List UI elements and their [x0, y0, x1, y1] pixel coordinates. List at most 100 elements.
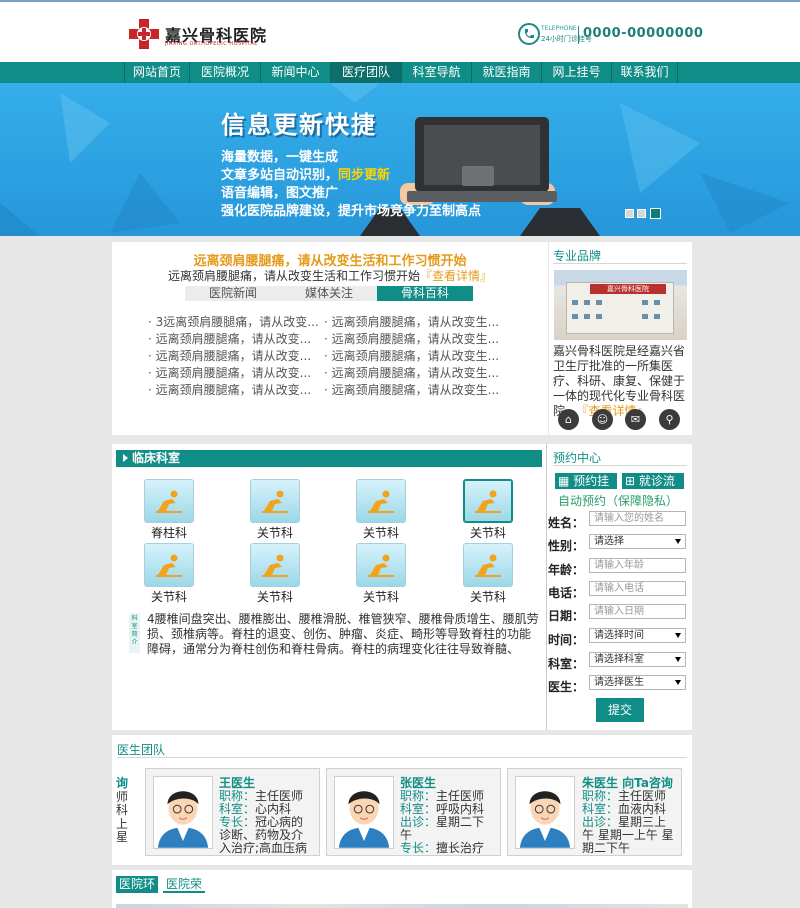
- appointment-heading: 预约中心: [553, 451, 602, 465]
- news-list-item[interactable]: · 3远离颈肩腰腿痛，请从改变...: [148, 313, 319, 330]
- dept-name-4[interactable]: 关节科: [458, 524, 518, 541]
- red-cross-logo-icon[interactable]: [128, 18, 160, 50]
- home-icon[interactable]: ⌂: [558, 409, 579, 430]
- doctor-2-title-value: 主任医师: [436, 789, 485, 803]
- site-header: 嘉兴骨科医院 JIAXING ORTHOPEDIC HOSPITAL TELEP…: [0, 2, 800, 62]
- nav-medical-team[interactable]: 医疗团队: [331, 62, 402, 83]
- dept-name-5[interactable]: 关节科: [139, 588, 199, 605]
- carousel-dot-2[interactable]: [637, 209, 646, 218]
- banner-line-3-text: 语音编辑，图文推广: [221, 186, 339, 201]
- dept-icon-7[interactable]: [356, 543, 406, 587]
- name-input[interactable]: 请输入您的姓名: [589, 511, 686, 526]
- nav-contact[interactable]: 联系我们: [612, 62, 678, 83]
- gender-select[interactable]: 请选择: [589, 534, 686, 549]
- visit-process-button[interactable]: ⊞ 就诊流: [622, 473, 684, 489]
- nav-guide[interactable]: 就医指南: [472, 62, 542, 83]
- orthopedic-figure-icon: [475, 554, 501, 577]
- dept-name-6[interactable]: 关节科: [245, 588, 305, 605]
- tab-media[interactable]: 媒体关注: [281, 286, 377, 301]
- nav-news[interactable]: 新闻中心: [261, 62, 331, 83]
- appointment-register-button[interactable]: ▦ 预约挂: [555, 473, 617, 489]
- doctor-2-specialty: 专长：擅长治疗: [400, 842, 484, 855]
- tab-hospital-news[interactable]: 医院新闻: [185, 286, 281, 301]
- banner-line-3: 语音编辑，图文推广: [221, 182, 338, 201]
- orthopedic-figure-icon: [262, 554, 288, 577]
- age-input[interactable]: 请输入年龄: [589, 558, 686, 573]
- brand-description: 嘉兴骨科医院是经嘉兴省卫生厅批准的一所集医疗、科研、康复、保健于一体的现代化专业…: [553, 344, 688, 419]
- banner-line-4: 强化医院品牌建设，提升市场竞争力至制高点: [221, 200, 481, 219]
- news-list-item[interactable]: · 远离颈肩腰腿痛，请从改变...: [148, 330, 311, 347]
- date-input[interactable]: 请输入日期: [589, 604, 686, 619]
- news-list-item[interactable]: · 远离颈肩腰腿痛，请从改变生...: [324, 313, 499, 330]
- carousel-dot-1[interactable]: [625, 209, 634, 218]
- news-list-item[interactable]: · 远离颈肩腰腿痛，请从改变...: [148, 381, 311, 398]
- department-select[interactable]: 请选择科室: [589, 652, 686, 667]
- news-item-text: 远离颈肩腰腿痛，请从改变...: [155, 332, 312, 346]
- tab-ortho-encyclopedia[interactable]: 骨科百科: [377, 286, 473, 301]
- news-list-item[interactable]: · 远离颈肩腰腿痛，请从改变...: [148, 364, 311, 381]
- tab-hospital-environment[interactable]: 医院环: [116, 876, 159, 893]
- doctor-select[interactable]: 请选择医生: [589, 675, 686, 690]
- orthopedic-figure-icon: [475, 490, 501, 513]
- time-select[interactable]: 请选择时间: [589, 628, 686, 643]
- news-more-link[interactable]: 『查看详情』: [420, 269, 492, 283]
- name-label: 姓名：: [548, 516, 585, 530]
- people-icon[interactable]: ☺: [592, 409, 613, 430]
- news-list-item[interactable]: · 远离颈肩腰腿痛，请从改变生...: [324, 364, 499, 381]
- location-icon[interactable]: ⚲: [659, 409, 680, 430]
- dept-name-7[interactable]: 关节科: [351, 588, 411, 605]
- clinical-title: 临床科室: [116, 450, 542, 467]
- dept-icon-3[interactable]: [356, 479, 406, 523]
- carousel-dot-3[interactable]: [650, 208, 661, 219]
- doctor-3-title-key: 职称：: [582, 789, 619, 803]
- dept-icon-5[interactable]: [144, 543, 194, 587]
- dept-icon-2[interactable]: [250, 479, 300, 523]
- nav-departments[interactable]: 科室导航: [402, 62, 472, 83]
- doctor-1-title-key: 职称：: [219, 789, 256, 803]
- tab-hospital-honors[interactable]: 医院荣: [163, 876, 206, 893]
- news-summary: 远离颈肩腰腿痛，请从改变生活和工作习惯开始『查看详情』: [112, 267, 548, 284]
- dept-name-2[interactable]: 关节科: [245, 524, 305, 541]
- dept-name-1[interactable]: 脊柱科: [139, 524, 199, 541]
- doctor-2-specialty-key: 专长：: [400, 841, 437, 855]
- building-window: [584, 314, 590, 319]
- submit-button[interactable]: 提交: [596, 698, 644, 722]
- doctor-avatar-icon: [153, 776, 213, 849]
- doctor-1-dept: 科室：心内科: [219, 803, 291, 816]
- building-window: [642, 314, 648, 319]
- doctor-3-hours: 出诊：星期三上午 星期一上午 星期二下午: [582, 816, 678, 856]
- dept-icon-6[interactable]: [250, 543, 300, 587]
- nav-about[interactable]: 医院概况: [190, 62, 261, 83]
- banner-line-2-highlight: 同步更新: [338, 168, 391, 183]
- news-list-item[interactable]: · 远离颈肩腰腿痛，请从改变...: [148, 347, 311, 364]
- nav-registration[interactable]: 网上挂号: [542, 62, 612, 83]
- banner-line-2: 文章多站自动识别，同步更新: [221, 164, 390, 183]
- dept-name-8[interactable]: 关节科: [458, 588, 518, 605]
- brand-heading-line: [553, 263, 687, 264]
- orthopedic-figure-icon: [262, 490, 288, 513]
- brand-heading: 专业品牌: [553, 249, 602, 263]
- phone-input[interactable]: 请输入电话: [589, 581, 686, 596]
- chat-icon[interactable]: ✉: [625, 409, 646, 430]
- dept-intro-text: 4腰椎间盘突出、腰椎膨出、腰椎滑脱、椎管狭窄、腰椎骨质增生、腰肌劳损、颈椎病等。…: [147, 612, 539, 656]
- nav-home[interactable]: 网站首页: [124, 62, 190, 83]
- phone-field-label: 电话：: [548, 586, 585, 600]
- news-item-text: 远离颈肩腰腿痛，请从改变...: [155, 366, 312, 380]
- hero-banner[interactable]: 信息更新快捷 海量数据，一键生成 文章多站自动识别，同步更新 语音编辑，图文推广…: [0, 83, 800, 236]
- appointment-heading-line: [553, 465, 687, 466]
- dept-name-3[interactable]: 关节科: [351, 524, 411, 541]
- building-window: [596, 314, 602, 319]
- news-list-item[interactable]: · 远离颈肩腰腿痛，请从改变生...: [324, 330, 499, 347]
- dept-icon-1[interactable]: [144, 479, 194, 523]
- doctor-avatar-icon: [334, 776, 394, 849]
- news-list-item[interactable]: · 远离颈肩腰腿痛，请从改变生...: [324, 347, 499, 364]
- doctor-2-title-key: 职称：: [400, 789, 437, 803]
- orthopedic-figure-icon: [368, 490, 394, 513]
- dept-icon-4[interactable]: [463, 479, 513, 523]
- doctor-fragment: 星: [116, 830, 128, 844]
- age-label: 年龄：: [548, 563, 585, 577]
- doctor-label: 医生：: [548, 680, 585, 694]
- news-list-item[interactable]: · 远离颈肩腰腿痛，请从改变生...: [324, 381, 499, 398]
- building-window: [654, 300, 660, 305]
- dept-icon-8[interactable]: [463, 543, 513, 587]
